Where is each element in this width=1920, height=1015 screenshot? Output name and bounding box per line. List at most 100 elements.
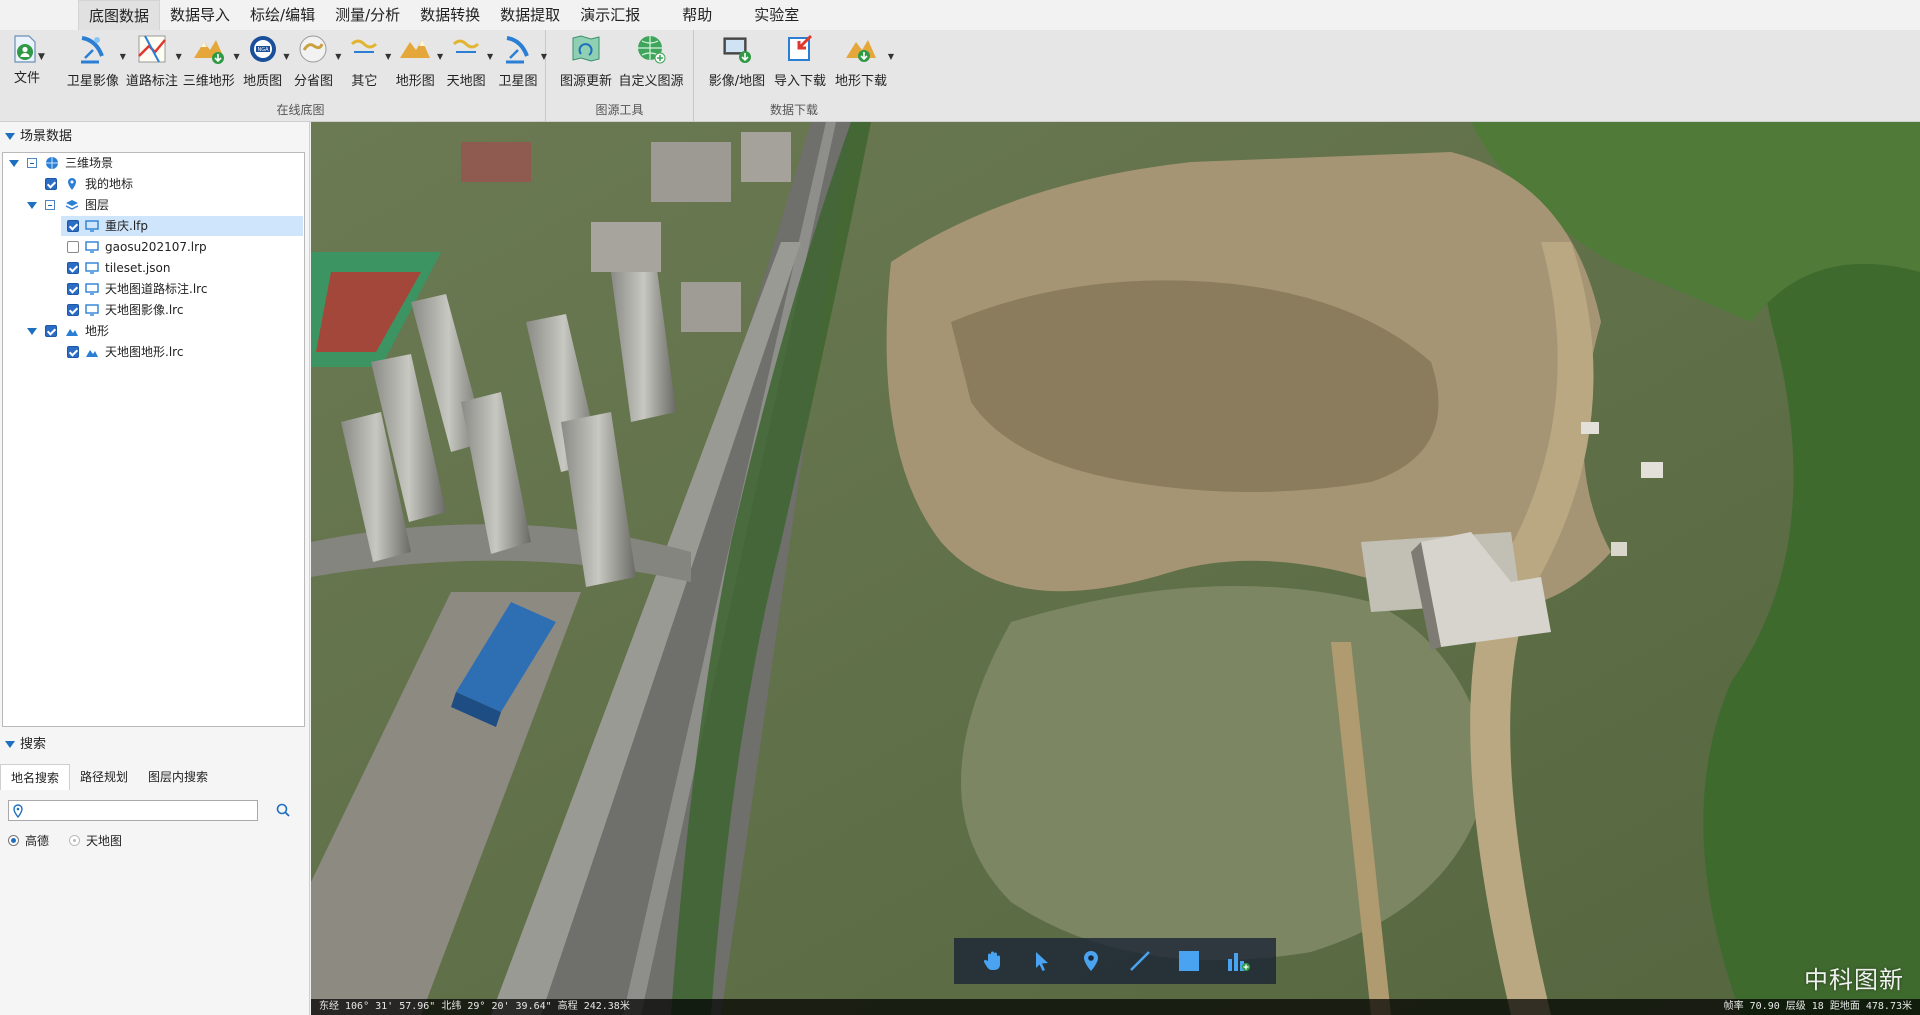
checkbox[interactable]: [45, 178, 57, 190]
other-maps-button[interactable]: ▼ 其它: [339, 30, 391, 102]
satellite-imagery-button[interactable]: ▼ 卫星影像: [62, 30, 126, 102]
button-label: 卫星图: [498, 74, 538, 89]
ribbon-group-title: 数据下载: [769, 103, 818, 117]
coordinates-readout: 东经 106° 31' 57.96" 北纬 29° 20' 39.64" 高程 …: [319, 1001, 630, 1012]
layers-stack-icon: [65, 200, 79, 210]
checkbox[interactable]: [67, 241, 79, 253]
tree-node-layer-road-labels[interactable]: 天地图道路标注.lrc: [61, 279, 303, 299]
button-label: 其它: [351, 74, 378, 89]
checkbox[interactable]: [67, 283, 79, 295]
button-label: 图源更新: [559, 74, 612, 89]
menu-tab-lab[interactable]: 实验室: [744, 0, 809, 30]
tree-node-label: tileset.json: [105, 261, 171, 275]
topographic-map-button[interactable]: ▼ 地形图: [389, 30, 443, 102]
checkbox[interactable]: [67, 346, 79, 358]
button-label: 天地图: [446, 74, 486, 89]
menu-tab-data-convert[interactable]: 数据转换: [410, 0, 490, 30]
select-tool[interactable]: [1027, 946, 1057, 976]
tree-node-label: 天地图影像.lrc: [105, 303, 184, 317]
button-label: 导入下载: [773, 74, 826, 89]
tree-node-label: 图层: [85, 198, 110, 212]
expand-arrow-icon[interactable]: [27, 328, 37, 335]
ribbon-group-title: 图源工具: [595, 103, 644, 117]
aerial-3d-scene: [311, 122, 1920, 1015]
expand-arrow-icon[interactable]: [9, 160, 19, 167]
tree-node-my-marks[interactable]: 我的地标: [3, 174, 303, 194]
3d-terrain-button[interactable]: ▼ 三维地形: [180, 30, 240, 102]
radio-tianditu[interactable]: [69, 835, 81, 846]
checkbox[interactable]: [45, 325, 57, 337]
tree-node-3d-scene[interactable]: 三维场景: [3, 153, 303, 173]
image-map-download-button[interactable]: 影像/地图: [704, 30, 770, 102]
collapse-box-icon[interactable]: [27, 158, 37, 168]
tianditu-button[interactable]: ▼ 天地图: [441, 30, 493, 102]
terrain-download-icon: [846, 40, 876, 62]
source-update-button[interactable]: 图源更新: [556, 30, 616, 102]
button-label: 影像/地图: [708, 74, 766, 89]
status-bar: 东经 106° 31' 57.96" 北纬 29° 20' 39.64" 高程 …: [311, 999, 1920, 1015]
menu-tab-data-extract[interactable]: 数据提取: [490, 0, 570, 30]
file-menu-button[interactable]: ▼ 文件: [0, 30, 56, 122]
tree-node-layer-imagery[interactable]: 天地图影像.lrc: [61, 300, 303, 320]
tree-node-layers[interactable]: 图层: [3, 195, 303, 215]
pan-hand-tool[interactable]: [978, 946, 1008, 976]
road-map-icon: [137, 35, 166, 63]
button-label: 地质图: [243, 74, 283, 89]
ribbon-group-online-basemap: ▼ 卫星影像 ▼ 道路标注 ▼ 三维地形 NGA ▼ 地质图 ▼ 分省图 ▼ 其…: [56, 30, 547, 122]
collapse-arrow-icon: [5, 133, 15, 140]
terrain-download-button[interactable]: ▼ 地形下载: [830, 30, 894, 102]
button-label: 自定义图源: [618, 74, 684, 89]
menu-tab-plot-edit[interactable]: 标绘/编辑: [240, 0, 325, 30]
monitor-layer-icon: [85, 283, 99, 295]
map-3d-viewport[interactable]: 中科图新 东经 106° 31' 57.96" 北纬 29° 20' 39.64…: [311, 122, 1920, 1015]
menu-tab-help[interactable]: 帮助: [672, 0, 722, 30]
pan-hand-icon: [983, 951, 1000, 970]
button-label: 道路标注: [125, 74, 178, 89]
tree-node-terrain[interactable]: 地形: [3, 321, 303, 341]
province-map-button[interactable]: ▼ 分省图: [288, 30, 341, 102]
scene-tree: 三维场景 我的地标 图层 重庆.lfp gaosu202107.lrp tile…: [2, 152, 305, 727]
road-labels-button[interactable]: ▼ 道路标注: [124, 30, 182, 102]
menu-bar: 底图数据 数据导入 标绘/编辑 测量/分析 数据转换 数据提取 演示汇报 帮助 …: [0, 0, 1920, 30]
checkbox[interactable]: [67, 220, 79, 232]
ribbon-toolbar: ▼ 文件 ▼ 卫星影像 ▼ 道路标注 ▼ 三维地形 NGA ▼ 地质图 ▼ 分省…: [0, 30, 1920, 122]
menu-tab-measure-analysis[interactable]: 测量/分析: [325, 0, 410, 30]
menu-tab-presentation[interactable]: 演示汇报: [570, 0, 650, 30]
search-input[interactable]: [29, 802, 254, 819]
search-icon[interactable]: [275, 802, 291, 818]
menu-tab-data-import[interactable]: 数据导入: [160, 0, 240, 30]
satellite-map-button[interactable]: ▼ 卫星图: [491, 30, 547, 102]
rectangle-draw-tool[interactable]: [1174, 946, 1204, 976]
placemark-tool[interactable]: [1076, 946, 1106, 976]
search-field[interactable]: [8, 800, 258, 821]
search-header[interactable]: 搜索: [0, 734, 46, 756]
tree-node-layer-tileset[interactable]: tileset.json: [61, 258, 303, 278]
expand-arrow-icon[interactable]: [27, 202, 37, 209]
tree-node-terrain-tianditu[interactable]: 天地图地形.lrc: [61, 342, 303, 362]
import-download-button[interactable]: 导入下载: [770, 30, 830, 102]
line-draw-tool[interactable]: [1125, 946, 1155, 976]
menu-tab-basemap-data[interactable]: 底图数据: [78, 0, 161, 30]
geology-map-button[interactable]: NGA ▼ 地质图: [238, 30, 290, 102]
custom-source-button[interactable]: 自定义图源: [616, 30, 686, 102]
checkbox[interactable]: [67, 262, 79, 274]
map-tool-bar: [954, 938, 1276, 984]
tab-layer-search[interactable]: 图层内搜索: [138, 764, 218, 790]
satellite-dish-icon: [80, 36, 104, 64]
globe-add-icon: [638, 36, 666, 64]
checkbox[interactable]: [67, 304, 79, 316]
radio-gaode[interactable]: [8, 835, 19, 846]
tab-place-search[interactable]: 地名搜索: [0, 764, 71, 790]
scene-data-header[interactable]: 场景数据: [0, 126, 72, 148]
tree-node-layer-chongqing[interactable]: 重庆.lfp: [61, 216, 303, 236]
collapse-box-icon[interactable]: [45, 200, 55, 210]
tab-route-planning[interactable]: 路径规划: [70, 764, 138, 790]
button-label: 地形下载: [834, 74, 887, 89]
tree-node-layer-gaosu[interactable]: gaosu202107.lrp: [61, 237, 303, 257]
map-refresh-icon: [572, 35, 600, 62]
button-label: 分省图: [293, 74, 333, 89]
terrain-mountain-icon: [86, 350, 98, 357]
province-map-icon: [299, 35, 327, 63]
analysis-tool[interactable]: [1223, 946, 1253, 976]
satellite-dish-icon: [506, 36, 529, 64]
